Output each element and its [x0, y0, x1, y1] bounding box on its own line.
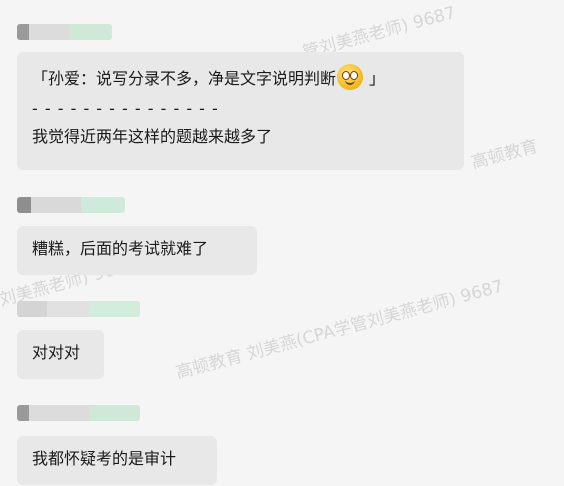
message-text: 对对对 [32, 343, 81, 362]
message-text: 「孙爱：说写分录不多，净是文字说明判断 [32, 69, 337, 88]
message-line: 「孙爱：说写分录不多，净是文字说明判断 」 [32, 64, 449, 90]
watermark-text: 高顿教育 刘美燕(CPA学管刘美燕老师) 9687 [173, 276, 506, 384]
message-bubble: 「孙爱：说写分录不多，净是文字说明判断 」 - - - - - - - - - -… [17, 52, 464, 170]
message-bubble: 糟糕，后面的考试就难了 [17, 226, 257, 275]
message-text: 糟糕，后面的考试就难了 [32, 239, 209, 258]
message-bubble: 我都怀疑考的是审计 [17, 436, 217, 485]
sender-name-blurred [17, 301, 140, 317]
message-text: 」 [369, 69, 386, 88]
watermark-text: 高顿教育 [469, 136, 541, 174]
sender-name-blurred [17, 197, 125, 213]
message-text: 我都怀疑考的是审计 [32, 449, 177, 468]
sender-name-blurred [17, 405, 140, 421]
message-line: 我觉得近两年这样的题越来越多了 [32, 127, 273, 146]
message-bubble: 对对对 [17, 330, 104, 379]
message-line: - - - - - - - - - - - - - - - [32, 99, 219, 118]
sender-name-blurred [17, 24, 112, 40]
grinning-face-icon [337, 64, 364, 90]
